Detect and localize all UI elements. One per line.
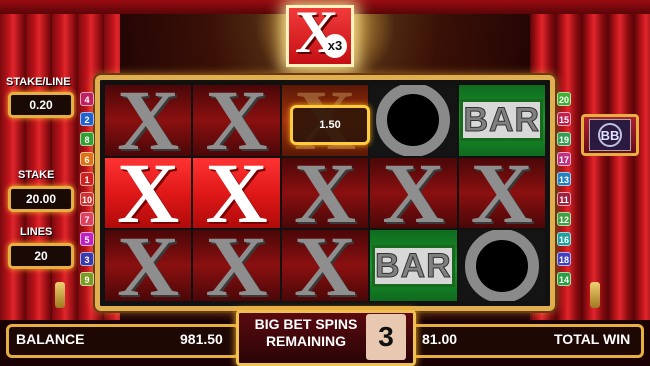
logo-text: BB <box>601 128 620 143</box>
reel-frame: XXXBARXXXXXXXXBAR 1.50 <box>95 75 555 311</box>
x-symbol: X <box>117 85 180 156</box>
x-symbol: X <box>205 230 268 301</box>
reel-cell: X <box>105 230 192 301</box>
win-amount-box: 1.50 <box>290 105 370 145</box>
reel-cell: X <box>281 230 369 301</box>
total-win-label: TOTAL WIN <box>554 331 631 347</box>
payline-badge[interactable]: 8 <box>80 132 94 146</box>
reel-cell: BAR <box>458 85 545 156</box>
payline-badge[interactable]: 18 <box>557 252 571 266</box>
reel-cell: X <box>193 85 280 156</box>
payline-badge[interactable]: 16 <box>557 232 571 246</box>
balance-label: BALANCE <box>16 331 85 347</box>
bb-logo-icon: BB <box>589 119 631 151</box>
lines-label: LINES <box>20 226 53 238</box>
x-symbol: X <box>382 157 445 229</box>
right-tassel <box>590 282 600 308</box>
x-symbol: X <box>117 230 180 301</box>
reel-cell: X <box>281 157 369 229</box>
reel-cell: X <box>193 230 280 301</box>
payline-badge[interactable]: 2 <box>80 112 94 126</box>
payline-badge[interactable]: 4 <box>80 92 94 106</box>
payline-badge[interactable]: 9 <box>80 272 94 286</box>
payline-badge[interactable]: 15 <box>557 112 571 126</box>
stake-value[interactable]: 20.00 <box>8 186 74 212</box>
payline-badge[interactable]: 17 <box>557 152 571 166</box>
payline-badge[interactable]: 14 <box>557 272 571 286</box>
reel-cell: BAR <box>370 230 457 301</box>
total-win-value: 81.00 <box>422 331 458 347</box>
lines-value[interactable]: 20 <box>8 243 74 269</box>
reel-cell: X <box>370 157 457 229</box>
o-symbol <box>464 230 539 301</box>
payline-badge[interactable]: 10 <box>80 192 94 206</box>
big-bet-spins-label: BIG BET SPINS REMAINING <box>244 316 368 350</box>
stake-label: STAKE <box>18 169 55 181</box>
reel-cell: X <box>193 157 280 229</box>
bar-symbol: BAR <box>372 244 455 287</box>
game-logo-button[interactable]: BB <box>581 114 639 156</box>
payline-badge[interactable]: 11 <box>557 192 571 206</box>
reel-cell: X <box>105 157 192 229</box>
spins-remaining-count: 3 <box>366 314 406 360</box>
payline-badge[interactable]: 1 <box>80 172 94 186</box>
x-symbol: X <box>293 157 357 229</box>
reel-cell <box>370 85 457 156</box>
payline-badge[interactable]: 5 <box>80 232 94 246</box>
reel-cell: X <box>458 157 545 229</box>
x-symbol: X <box>205 157 268 229</box>
x-symbol: X <box>293 230 357 301</box>
payline-badge[interactable]: 13 <box>557 172 571 186</box>
stake-per-line-value[interactable]: 0.20 <box>8 92 74 118</box>
balance-value: 981.50 <box>180 331 223 347</box>
bar-symbol: BAR <box>460 99 544 142</box>
x-symbol: X <box>117 157 180 229</box>
reel-cell: X <box>105 85 192 156</box>
payline-badge[interactable]: 19 <box>557 132 571 146</box>
featured-multiplier-symbol: X x3 <box>286 2 354 67</box>
spins-label-line2: REMAINING <box>265 333 347 349</box>
spins-label-line1: BIG BET SPINS <box>254 316 358 332</box>
x-symbol: X <box>470 157 533 229</box>
payline-badge[interactable]: 7 <box>80 212 94 226</box>
payline-badge[interactable]: 6 <box>80 152 94 166</box>
o-symbol <box>376 85 451 156</box>
multiplier-badge: x3 <box>323 34 347 58</box>
payline-badge[interactable]: 12 <box>557 212 571 226</box>
stake-per-line-label: STAKE/LINE <box>6 76 71 88</box>
reel-cell <box>458 230 545 301</box>
x-symbol: X <box>205 85 268 156</box>
payline-badge[interactable]: 3 <box>80 252 94 266</box>
left-tassel <box>55 282 65 308</box>
payline-badge[interactable]: 20 <box>557 92 571 106</box>
